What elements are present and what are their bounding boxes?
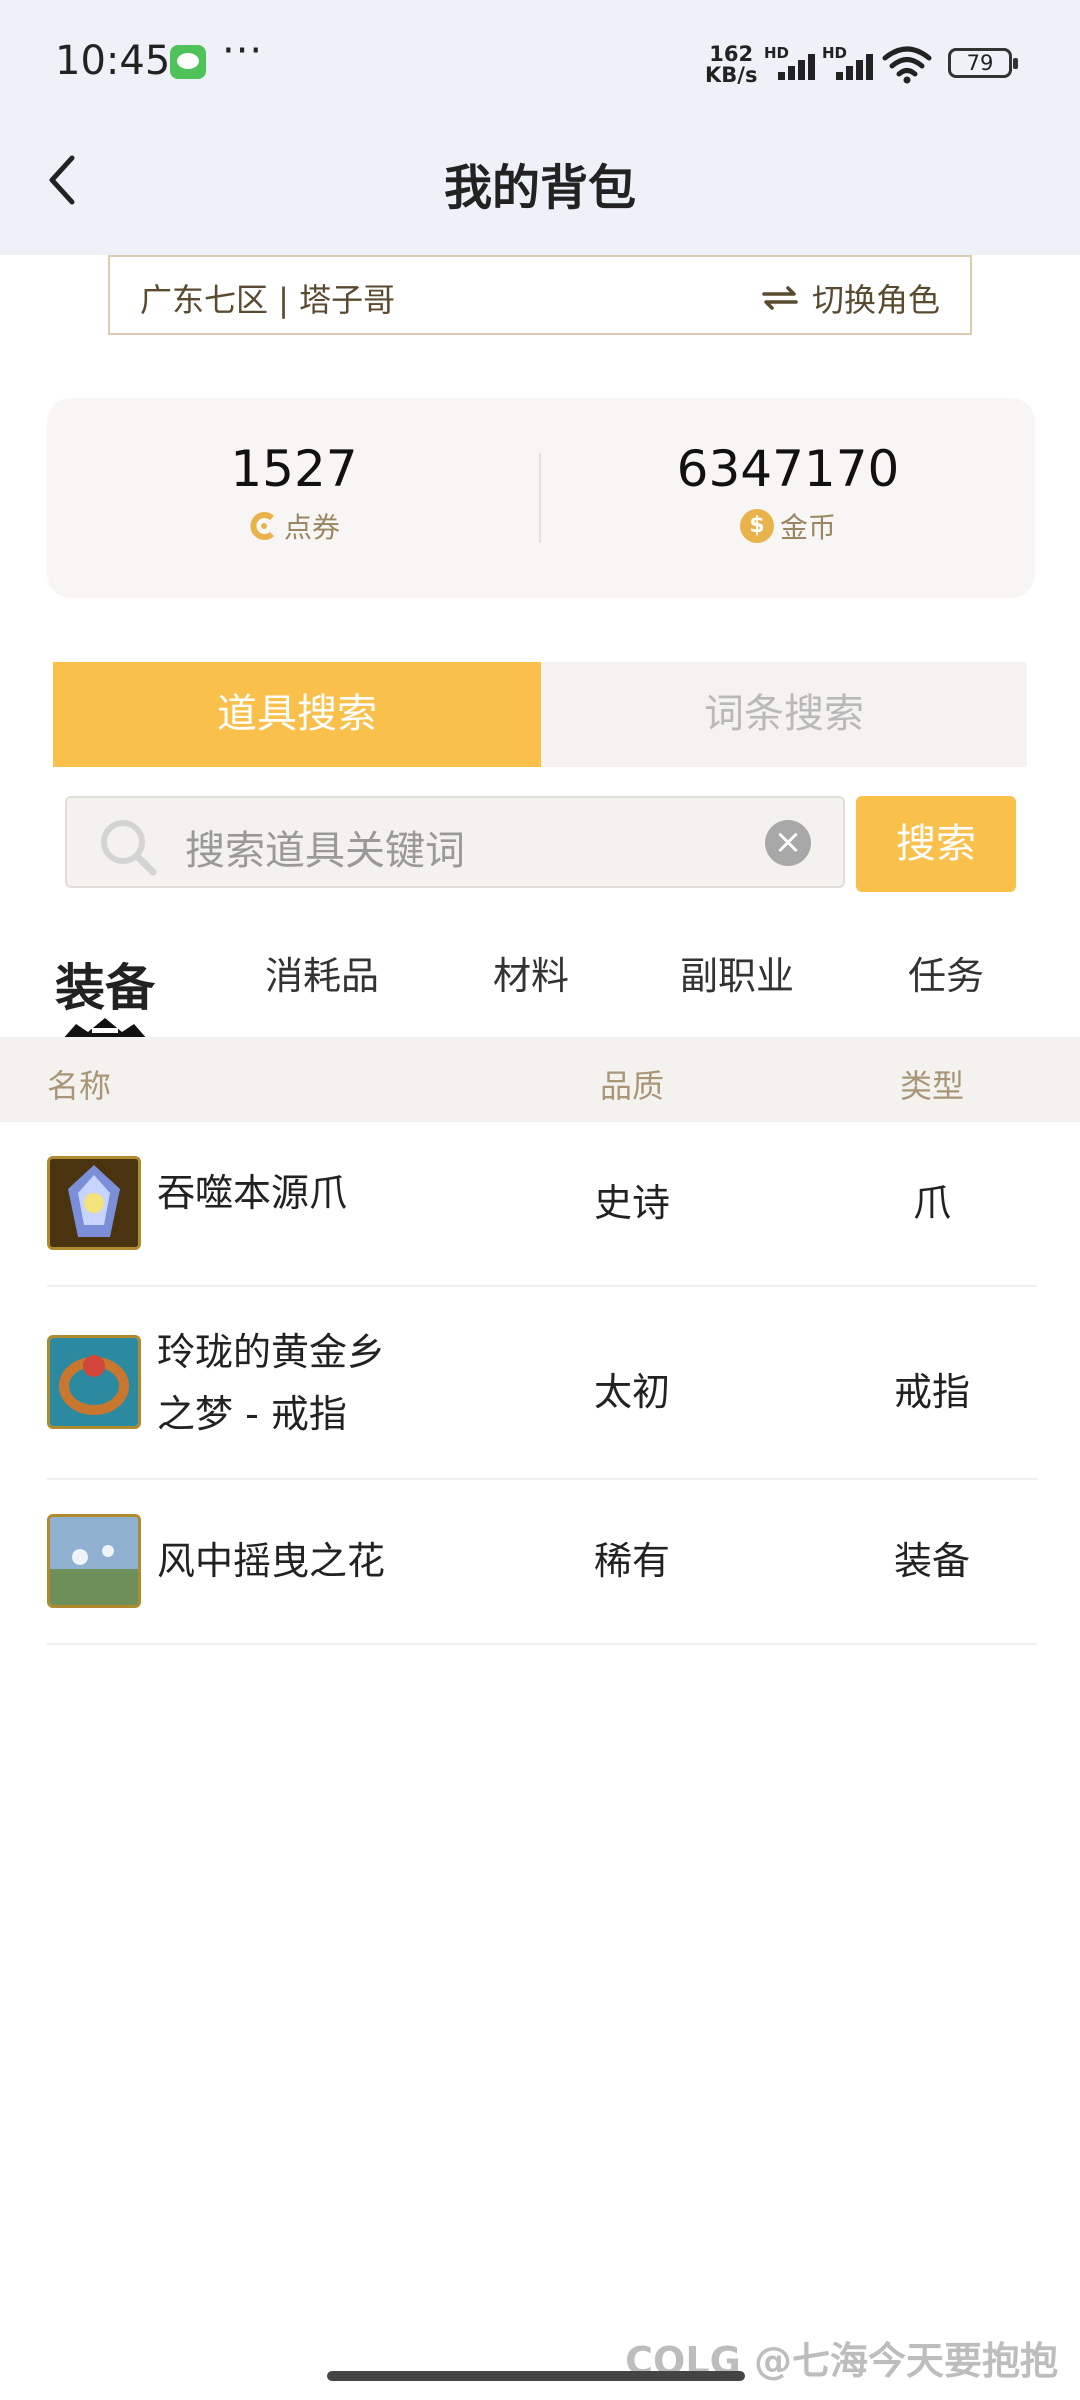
home-indicator[interactable] xyxy=(327,2371,745,2381)
item-type: 装备 xyxy=(893,1539,970,1583)
item-name: 风中摇曳之花 xyxy=(157,1539,386,1583)
claw-item-icon xyxy=(47,1156,141,1250)
signal-icon: HD xyxy=(822,44,882,80)
wifi-icon xyxy=(882,46,932,84)
coupon-value: 1527 xyxy=(230,440,358,498)
tab-affix-search[interactable]: 词条搜索 xyxy=(541,662,1027,767)
net-speed-unit: KB/s xyxy=(705,63,758,87)
coupon-balance: 1527 点券 xyxy=(47,440,541,546)
tab-equipment[interactable]: 装备 xyxy=(55,948,155,1020)
gold-balance: 6347170 $ 金币 xyxy=(541,440,1035,546)
table-header: 名称 品质 类型 xyxy=(0,1037,1080,1122)
tab-materials[interactable]: 材料 xyxy=(493,945,569,1000)
header-name: 名称 xyxy=(47,1067,112,1105)
net-speed: 162 KB/s xyxy=(705,44,757,86)
gold-label: 金币 xyxy=(779,511,836,544)
switch-icon xyxy=(762,286,798,310)
coupon-icon xyxy=(250,512,275,540)
clear-icon[interactable]: × xyxy=(765,820,811,866)
item-quality: 稀有 xyxy=(593,1539,670,1583)
tab-quest[interactable]: 任务 xyxy=(908,945,984,1000)
server-role-label: 广东七区 | 塔子哥 xyxy=(140,281,396,319)
table-row[interactable]: 玲珑的黄金乡之梦 - 戒指 太初 戒指 xyxy=(47,1287,1037,1480)
tab-sub-profession[interactable]: 副职业 xyxy=(680,945,794,1000)
item-quality: 史诗 xyxy=(593,1181,670,1225)
header-quality: 品质 xyxy=(600,1067,665,1105)
switch-role-label: 切换角色 xyxy=(811,281,940,319)
flower-item-icon xyxy=(47,1514,141,1608)
search-placeholder: 搜索道具关键词 xyxy=(185,828,465,874)
tab-item-search[interactable]: 道具搜索 xyxy=(53,662,541,767)
ring-item-icon xyxy=(47,1335,141,1429)
more-notifications-icon: ··· xyxy=(222,28,264,74)
table-row[interactable]: 吞噬本源爪 史诗 爪 xyxy=(47,1122,1037,1287)
role-bar: 广东七区 | 塔子哥 切换角色 xyxy=(108,255,972,335)
item-quality: 太初 xyxy=(593,1370,670,1414)
switch-role-button[interactable]: 切换角色 xyxy=(760,275,940,321)
wechat-icon xyxy=(170,45,206,79)
net-speed-value: 162 xyxy=(709,42,754,66)
item-type: 戒指 xyxy=(893,1370,970,1414)
page-title: 我的背包 xyxy=(443,160,636,216)
item-name: 玲珑的黄金乡之梦 - 戒指 xyxy=(157,1330,386,1436)
search-icon xyxy=(101,820,157,876)
currency-card: 1527 点券 6347170 $ 金币 xyxy=(47,398,1035,598)
header-type: 类型 xyxy=(900,1067,965,1105)
gold-value: 6347170 xyxy=(676,440,900,498)
signal-icon: HD xyxy=(764,44,824,80)
item-type: 爪 xyxy=(912,1181,951,1225)
battery-icon: 79 xyxy=(948,48,1018,78)
coupon-label: 点券 xyxy=(283,511,340,544)
tab-consumables[interactable]: 消耗品 xyxy=(265,945,379,1000)
search-button[interactable]: 搜索 xyxy=(856,796,1016,892)
search-input[interactable]: 搜索道具关键词 × xyxy=(65,796,845,888)
table-row[interactable]: 风中摇曳之花 稀有 装备 xyxy=(47,1480,1037,1645)
status-time: 10:45 xyxy=(55,38,171,84)
gold-coin-icon: $ xyxy=(739,509,774,543)
item-name: 吞噬本源爪 xyxy=(157,1171,348,1215)
